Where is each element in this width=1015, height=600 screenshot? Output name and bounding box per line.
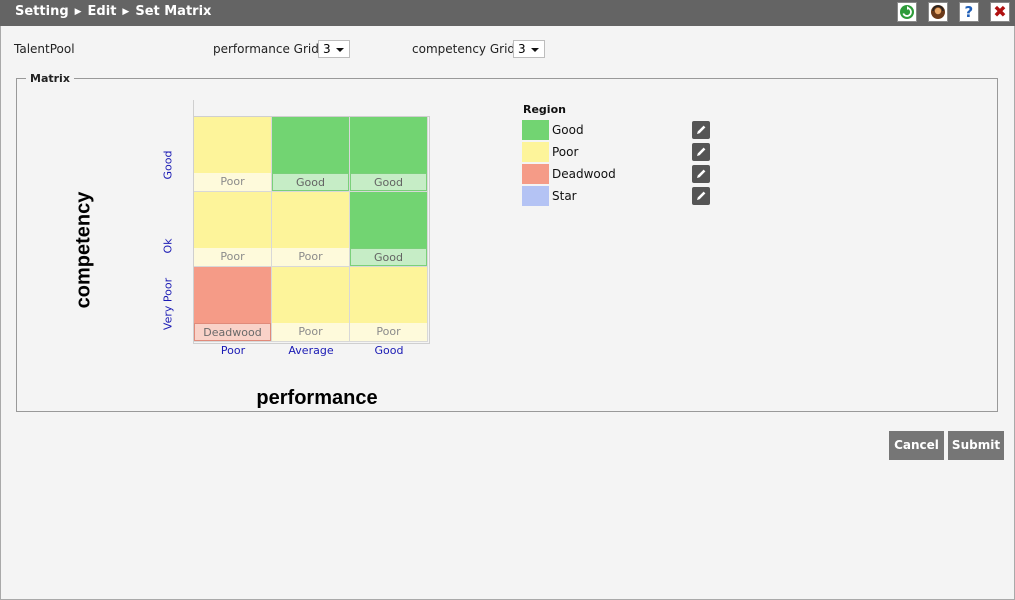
toolbar: ? ✖ bbox=[891, 2, 1010, 22]
y-label-good: Good bbox=[161, 150, 175, 180]
matrix-legend: Matrix bbox=[26, 72, 74, 85]
axis-line bbox=[193, 100, 194, 117]
breadcrumb-set-matrix: Set Matrix bbox=[135, 4, 212, 19]
region-swatch bbox=[522, 164, 549, 184]
edit-region-button[interactable] bbox=[692, 165, 710, 183]
matrix-cell[interactable]: Deadwood bbox=[194, 267, 272, 342]
region-swatch bbox=[522, 186, 549, 206]
region-swatch bbox=[522, 142, 549, 162]
submit-button[interactable]: Submit bbox=[948, 431, 1004, 460]
help-button[interactable]: ? bbox=[958, 2, 979, 22]
breadcrumb-arrow-icon: ▶ bbox=[122, 7, 130, 17]
matrix-cell[interactable]: Poor bbox=[350, 267, 428, 342]
region-name: Poor bbox=[552, 145, 579, 159]
matrix-cell[interactable]: Good bbox=[350, 192, 428, 267]
region-name: Good bbox=[552, 123, 584, 137]
region-name: Deadwood bbox=[552, 167, 616, 181]
region-row-poor: Poor bbox=[522, 142, 712, 164]
region-row-star: Star bbox=[522, 186, 712, 208]
performance-grid-value: 3 bbox=[323, 42, 331, 56]
close-button[interactable]: ✖ bbox=[990, 2, 1010, 22]
title-bar: Setting ▶ Edit ▶ Set Matrix ? ✖ bbox=[0, 0, 1015, 26]
matrix-cell[interactable]: Good bbox=[350, 117, 428, 192]
region-row-good: Good bbox=[522, 120, 712, 142]
y-label-ok: Ok bbox=[161, 238, 175, 254]
talentpool-label: TalentPool bbox=[14, 42, 75, 56]
refresh-button[interactable] bbox=[896, 2, 917, 22]
refresh-icon bbox=[899, 5, 914, 19]
matrix-cell[interactable]: Poor bbox=[194, 117, 272, 192]
competency-grid-select[interactable]: 3 bbox=[513, 40, 545, 58]
competency-axis-title: competency bbox=[72, 191, 95, 309]
pencil-icon bbox=[697, 169, 706, 178]
x-label-poor: Poor bbox=[220, 344, 246, 357]
support-button[interactable] bbox=[927, 2, 948, 22]
cell-label: Poor bbox=[194, 173, 271, 191]
pencil-icon bbox=[697, 191, 706, 200]
breadcrumb: Setting ▶ Edit ▶ Set Matrix bbox=[15, 4, 211, 19]
breadcrumb-edit[interactable]: Edit bbox=[88, 4, 117, 19]
cell-label: Good bbox=[272, 173, 349, 191]
cell-label: Poor bbox=[272, 323, 349, 341]
cell-label: Deadwood bbox=[194, 323, 271, 341]
cell-label: Poor bbox=[272, 248, 349, 266]
matrix-cell[interactable]: Good bbox=[272, 117, 350, 192]
support-icon bbox=[930, 5, 945, 19]
competency-grid-label: competency Grid bbox=[412, 42, 516, 56]
cell-label: Poor bbox=[350, 323, 427, 341]
breadcrumb-setting[interactable]: Setting bbox=[15, 4, 69, 19]
breadcrumb-arrow-icon: ▶ bbox=[74, 7, 82, 17]
region-row-deadwood: Deadwood bbox=[522, 164, 712, 186]
performance-grid-select[interactable]: 3 bbox=[318, 40, 350, 58]
cell-label: Good bbox=[350, 173, 427, 191]
cancel-button[interactable]: Cancel bbox=[889, 431, 944, 460]
matrix-cell[interactable]: Poor bbox=[194, 192, 272, 267]
chevron-down-icon bbox=[336, 48, 344, 52]
help-icon: ? bbox=[964, 3, 974, 21]
competency-grid-value: 3 bbox=[518, 42, 526, 56]
edit-region-button[interactable] bbox=[692, 143, 710, 161]
matrix-cell[interactable]: Poor bbox=[272, 192, 350, 267]
x-label-average: Average bbox=[288, 344, 334, 357]
chevron-down-icon bbox=[531, 48, 539, 52]
region-name: Star bbox=[552, 189, 577, 203]
edit-region-button[interactable] bbox=[692, 121, 710, 139]
region-header: Region bbox=[523, 103, 566, 116]
performance-grid-label: performance Grid bbox=[213, 42, 319, 56]
y-label-very-poor: Very Poor bbox=[161, 277, 175, 331]
pencil-icon bbox=[697, 125, 706, 134]
close-icon: ✖ bbox=[993, 2, 1007, 21]
matrix-grid: Poor Good Good Poor Poor Good Deadwood P… bbox=[193, 116, 430, 344]
performance-axis-title: performance bbox=[256, 387, 378, 409]
region-swatch bbox=[522, 120, 549, 140]
cell-label: Good bbox=[350, 248, 427, 266]
pencil-icon bbox=[697, 147, 706, 156]
matrix-cell[interactable]: Poor bbox=[272, 267, 350, 342]
x-label-good: Good bbox=[374, 344, 404, 357]
cell-label: Poor bbox=[194, 248, 271, 266]
edit-region-button[interactable] bbox=[692, 187, 710, 205]
